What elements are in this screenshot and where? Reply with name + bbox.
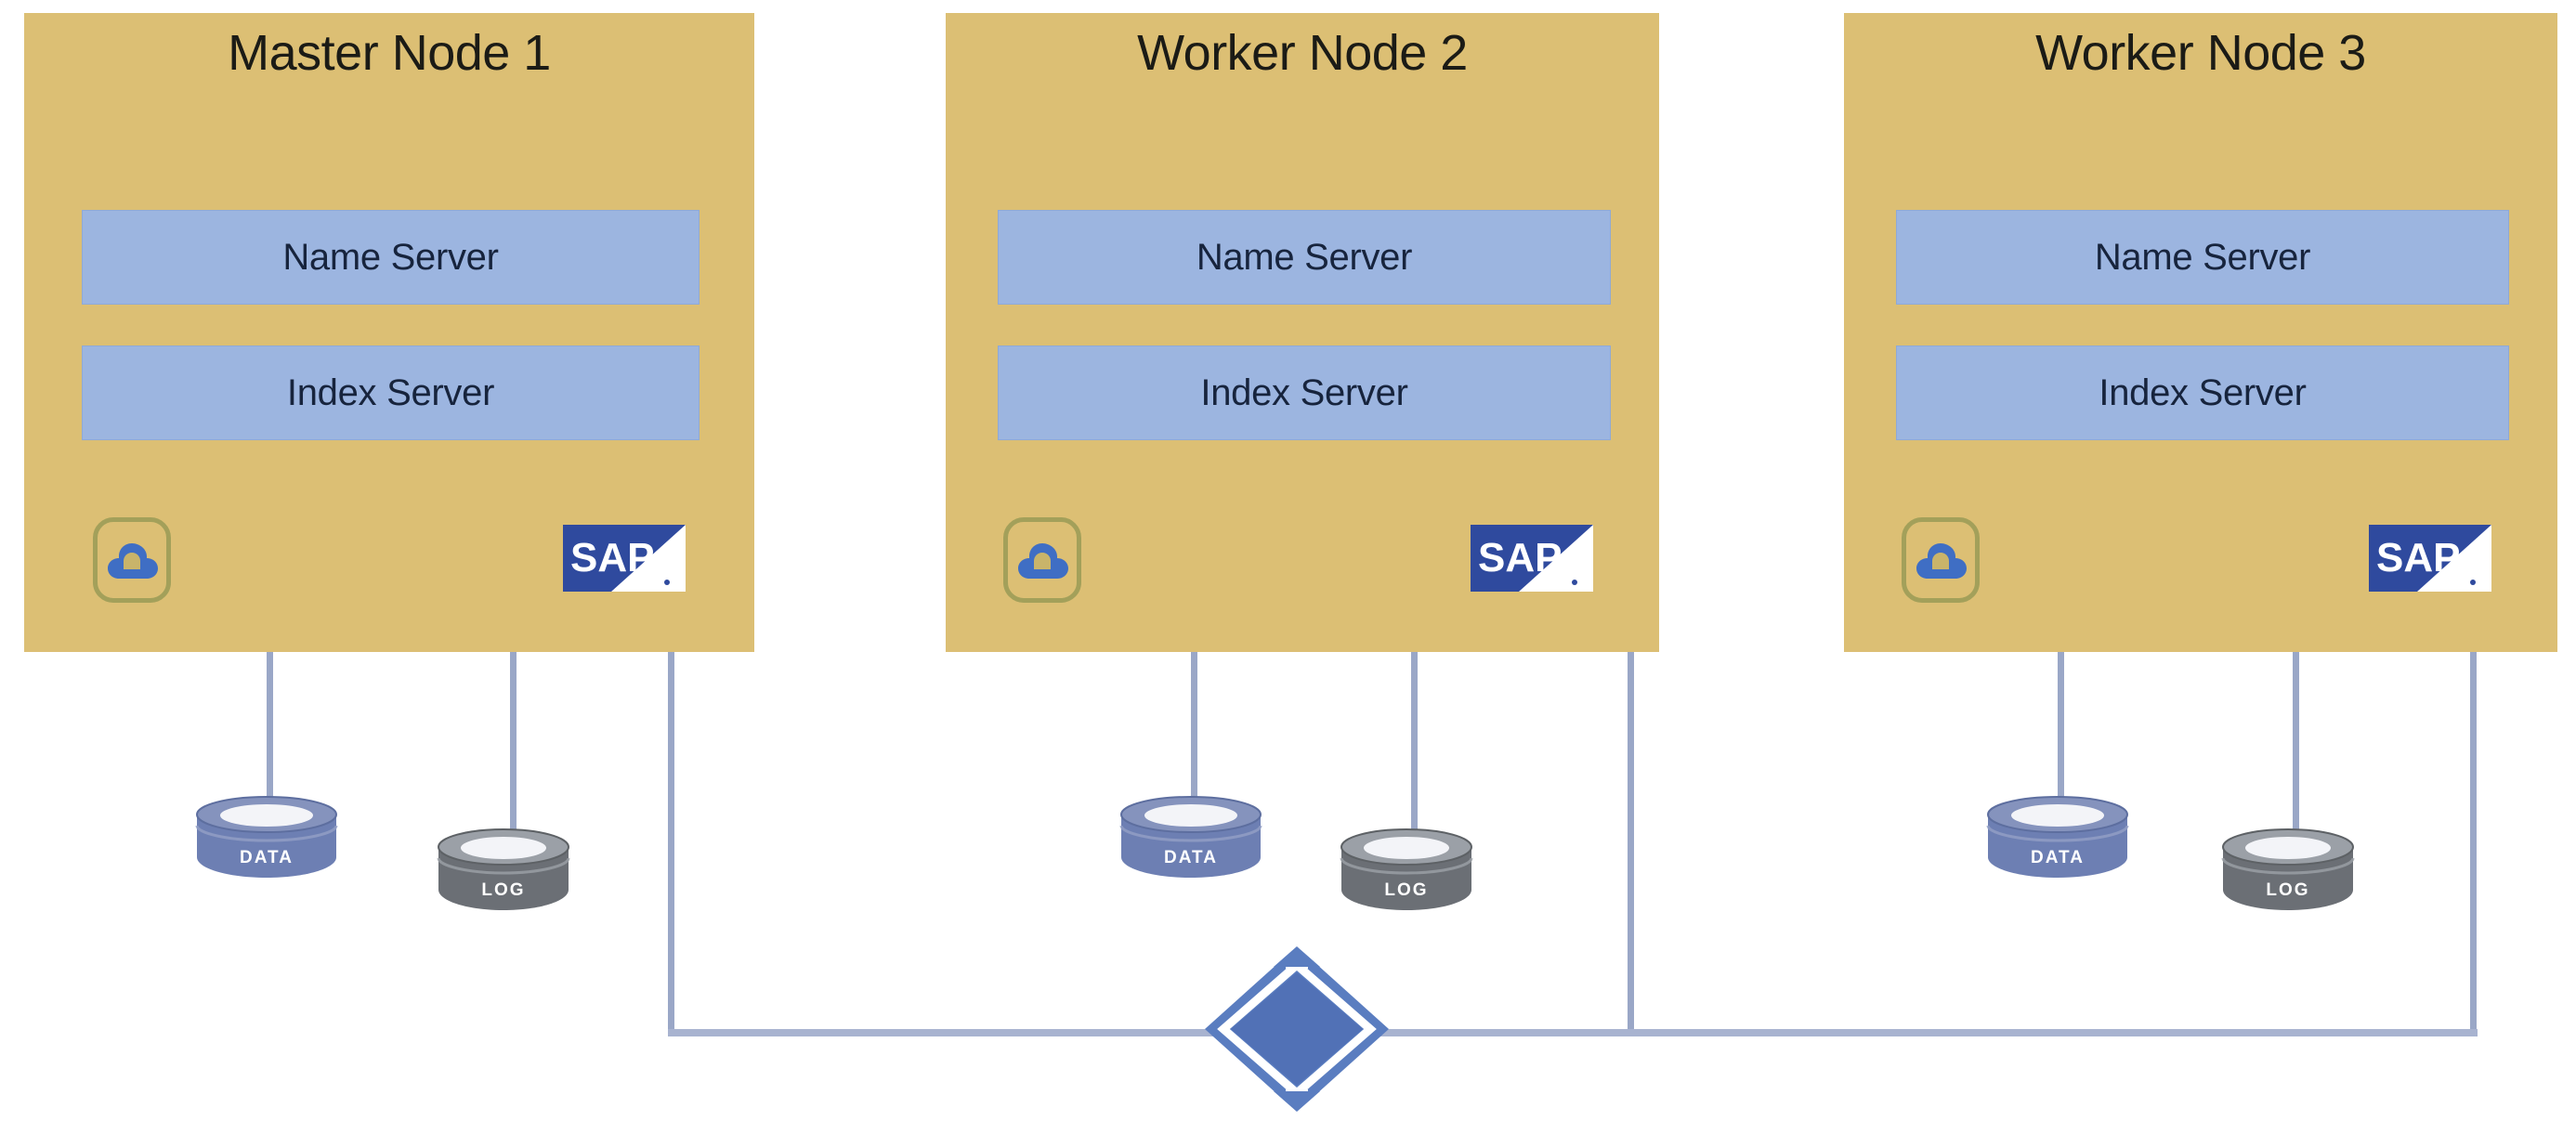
cloud-icon <box>1902 517 1980 603</box>
wire-node1-data <box>267 650 273 810</box>
svg-text:SAP: SAP <box>570 535 654 580</box>
node-worker-3[interactable]: Worker Node 3 Name Server Index Server S… <box>1844 13 2557 652</box>
node2-name-server[interactable]: Name Server <box>998 210 1611 305</box>
diagram-canvas: Master Node 1 Name Server Index Server S… <box>0 0 2576 1134</box>
node-title: Master Node 1 <box>228 25 551 81</box>
wire-node1-log <box>510 650 517 842</box>
storage-cylinder-data[interactable]: DATA <box>1118 794 1264 880</box>
service-label: Index Server <box>2099 371 2307 413</box>
svg-text:SAP: SAP <box>2376 535 2460 580</box>
node3-index-server[interactable]: Index Server <box>1896 345 2509 440</box>
node1-index-server[interactable]: Index Server <box>82 345 700 440</box>
sap-logo: SAP <box>563 525 686 592</box>
wire-node1-network <box>668 650 674 1036</box>
node-worker-2[interactable]: Worker Node 2 Name Server Index Server S… <box>946 13 1659 652</box>
network-switch-icon[interactable] <box>1199 941 1394 1117</box>
wire-node3-data <box>2058 650 2064 810</box>
sap-logo: SAP <box>2369 525 2491 592</box>
wire-node3-network <box>2470 650 2477 1036</box>
storage-cylinder-log[interactable]: LOG <box>435 827 572 912</box>
service-label: Name Server <box>282 236 499 278</box>
cloud-icon <box>1003 517 1081 603</box>
svg-text:SAP: SAP <box>1478 535 1562 580</box>
node1-name-server[interactable]: Name Server <box>82 210 700 305</box>
node3-name-server[interactable]: Name Server <box>1896 210 2509 305</box>
network-bus-line <box>668 1029 2478 1036</box>
node2-index-server[interactable]: Index Server <box>998 345 1611 440</box>
service-label: Name Server <box>1196 236 1413 278</box>
storage-cylinder-log[interactable]: LOG <box>2219 827 2357 912</box>
storage-cylinder-log[interactable]: LOG <box>1338 827 1475 912</box>
wire-node3-log <box>2293 650 2299 842</box>
cloud-icon <box>93 517 171 603</box>
service-label: Index Server <box>1200 371 1408 413</box>
node-title: Worker Node 3 <box>2035 25 2366 81</box>
wire-node2-network <box>1628 650 1634 1036</box>
wire-node2-data <box>1191 650 1197 810</box>
sap-logo: SAP <box>1471 525 1593 592</box>
service-label: Name Server <box>2094 236 2311 278</box>
service-label: Index Server <box>286 371 495 413</box>
node-title: Worker Node 2 <box>1137 25 1468 81</box>
storage-cylinder-data[interactable]: DATA <box>1984 794 2131 880</box>
wire-node2-log <box>1411 650 1418 842</box>
node-master-1[interactable]: Master Node 1 Name Server Index Server S… <box>24 13 754 652</box>
storage-cylinder-data[interactable]: DATA <box>193 794 340 880</box>
